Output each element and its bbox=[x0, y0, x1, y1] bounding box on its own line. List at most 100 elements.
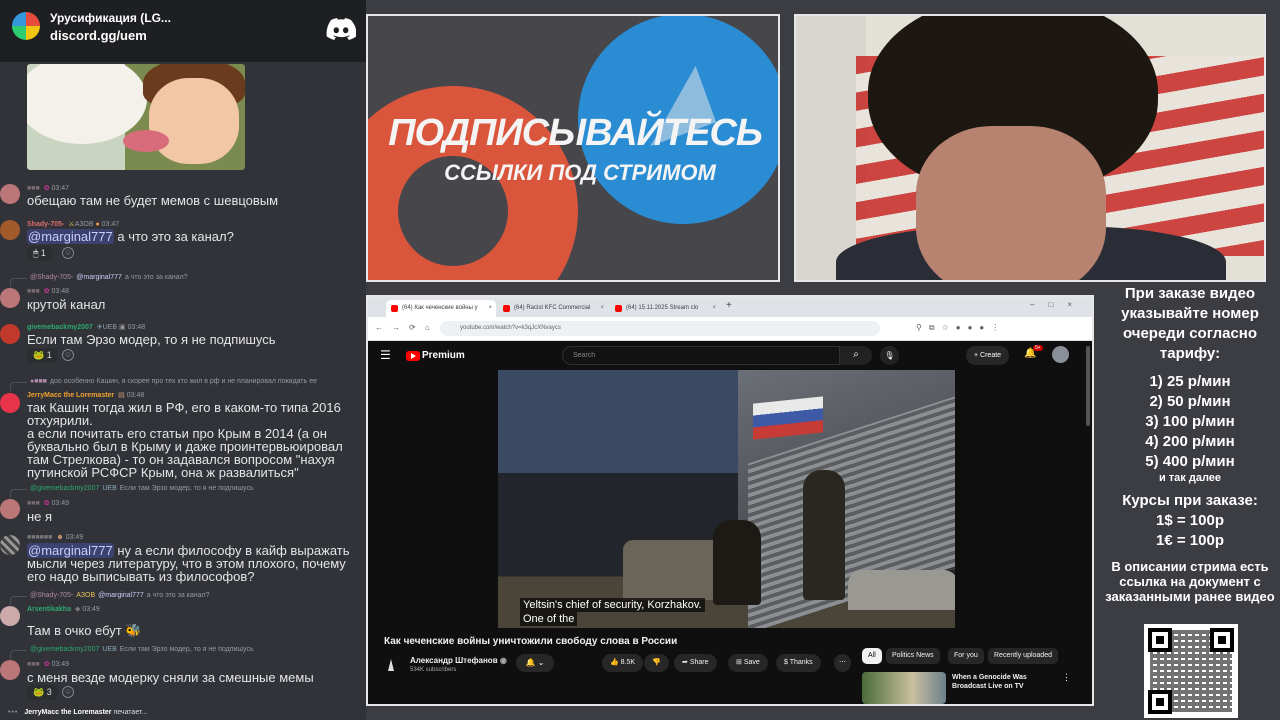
video-player[interactable]: Yeltsin's chief of security, Korzhakov. … bbox=[498, 370, 955, 628]
avatar[interactable] bbox=[0, 499, 20, 519]
reply-mention: @marginal777 bbox=[98, 592, 144, 599]
message-text: крутой канал bbox=[27, 297, 106, 312]
tab-title: (64) Как чеченские войны у bbox=[402, 305, 478, 311]
close-tab-icon[interactable]: × bbox=[488, 300, 492, 317]
reaction-chip[interactable]: 🐸 1 bbox=[27, 348, 58, 363]
message-author[interactable]: givemebackmy2007 bbox=[27, 324, 93, 331]
mention[interactable]: @marginal777 bbox=[27, 229, 114, 244]
dislike-button[interactable]: 👎 bbox=[644, 654, 669, 672]
youtube-logo-icon[interactable] bbox=[406, 351, 420, 361]
message-author[interactable]: Arsentikakha bbox=[27, 606, 71, 613]
like-button[interactable]: 👍 8.5K bbox=[602, 654, 644, 672]
reply-preview[interactable]: @Shady-705- АЗОВ @marginal777 а что это за … bbox=[10, 592, 210, 605]
message-meta: ■■■ ✿ 03:47 bbox=[27, 185, 70, 192]
avatar[interactable] bbox=[0, 288, 20, 308]
reply-author: @givemebackmy2007 bbox=[30, 646, 100, 653]
avatar[interactable] bbox=[0, 660, 20, 680]
recommended-thumbnail[interactable] bbox=[862, 672, 946, 704]
message-time: 03:48 bbox=[51, 288, 70, 295]
subscribe-banner: ПОДПИСЫВАЙТЕСЬ ССЫЛКИ ПОД СТРИМОМ bbox=[366, 14, 780, 282]
scrollbar[interactable] bbox=[1086, 346, 1090, 426]
message-text: так Кашин тогда жил в РФ, его в каком-то… bbox=[27, 400, 343, 480]
add-reaction-icon[interactable]: ☺ bbox=[62, 247, 74, 259]
reply-preview[interactable]: @Shady-705- @marginal777 а что это за кана… bbox=[10, 274, 188, 287]
message-time: 03:48 bbox=[127, 324, 146, 331]
add-reaction-icon[interactable]: ☺ bbox=[62, 686, 74, 698]
browser-window: (64) Как чеченские войны у × (64) Racist … bbox=[366, 295, 1094, 706]
browser-tab-active[interactable]: (64) Как чеченские войны у × bbox=[386, 300, 496, 317]
youtube-brand[interactable]: Premium bbox=[422, 350, 465, 361]
reply-preview[interactable]: ●■■■ доо особенно Кашин, я скорее про тех… bbox=[10, 378, 317, 391]
save-label: Save bbox=[743, 659, 760, 666]
message-author[interactable]: JerryMacc the Loremaster bbox=[27, 392, 114, 399]
qr-finder-pattern bbox=[1210, 628, 1234, 652]
role-badge: АЗОВ bbox=[74, 221, 94, 228]
recommended-title[interactable]: When a Genocide Was Broadcast Live on TV bbox=[952, 673, 1062, 691]
tariff-etc: и так далее bbox=[1158, 472, 1222, 484]
message-text: не я bbox=[27, 509, 53, 524]
channel-avatar-icon[interactable] bbox=[384, 658, 398, 672]
chip-all[interactable]: All bbox=[862, 648, 882, 664]
reply-preview[interactable]: @givemebackmy2007 UEB Если там Эрзо модер,… bbox=[10, 646, 254, 659]
message-time: 03:49 bbox=[51, 661, 70, 668]
chip-politics-news[interactable]: Politics News bbox=[886, 648, 940, 664]
share-button[interactable]: ➦ Share bbox=[674, 654, 717, 672]
rate-usd: 1$ = 100р bbox=[1156, 512, 1224, 529]
channel-name-text: Александр Штефанов bbox=[410, 656, 498, 665]
add-reaction-icon[interactable]: ☺ bbox=[62, 349, 74, 361]
server-invite-link[interactable]: discord.gg/uem bbox=[50, 28, 147, 43]
meme-tongue bbox=[123, 130, 169, 152]
message-meta: ■■■ ✿ 03:49 bbox=[27, 661, 70, 668]
create-button[interactable]: + Create bbox=[966, 346, 1010, 365]
notification-count: 9+ bbox=[1033, 345, 1043, 351]
qr-code[interactable] bbox=[1144, 624, 1238, 718]
message-meta: ■■■ ✿ 03:48 bbox=[27, 288, 70, 295]
message-meta: givemebackmy2007 ✈UEB ▣ 03:48 bbox=[27, 324, 146, 331]
reply-text: Если там Эрзо модер, то я не подпишусь bbox=[119, 646, 254, 653]
chip-for-you[interactable]: For you bbox=[948, 648, 984, 664]
search-icon[interactable]: ⌕ bbox=[840, 346, 872, 365]
browser-tab[interactable]: (64) Racist KFC Commercial × bbox=[498, 300, 608, 317]
thanks-button[interactable]: $ Thanks bbox=[776, 654, 821, 672]
meme-image-attachment[interactable] bbox=[27, 64, 245, 170]
reaction-chip[interactable]: 🖱 1 bbox=[27, 246, 52, 261]
microphone-icon[interactable]: 🎙 bbox=[880, 346, 899, 365]
subscriber-count: 534K subscribers bbox=[410, 667, 457, 673]
thanks-label: Thanks bbox=[789, 659, 813, 666]
youtube-favicon-icon bbox=[615, 305, 622, 312]
extension-icons[interactable]: ⚲⧉☆●●●⋮ bbox=[916, 323, 1006, 333]
avatar[interactable] bbox=[0, 184, 20, 204]
search-input[interactable]: Search bbox=[562, 346, 840, 365]
channel-name[interactable]: Александр Штефанов ◉ bbox=[410, 656, 507, 665]
create-label: Create bbox=[980, 352, 1002, 359]
close-tab-icon[interactable]: × bbox=[600, 300, 604, 317]
avatar[interactable] bbox=[0, 220, 20, 240]
caption-line: One of the bbox=[520, 612, 578, 626]
verified-icon: ◉ bbox=[499, 656, 507, 665]
subscription-bell-button[interactable]: 🔔 ⌄ bbox=[516, 654, 554, 672]
avatar[interactable] bbox=[0, 393, 20, 413]
account-avatar[interactable] bbox=[1052, 346, 1069, 363]
window-controls[interactable]: –□× bbox=[1030, 300, 1086, 309]
save-button[interactable]: ⊞ Save bbox=[728, 654, 768, 672]
close-tab-icon[interactable]: × bbox=[712, 300, 716, 317]
recommended-more-icon[interactable]: ⋮ bbox=[1062, 672, 1071, 683]
avatar[interactable] bbox=[0, 535, 20, 555]
message-author[interactable]: Shady-705- bbox=[27, 221, 64, 228]
more-actions-icon[interactable]: ⋯ bbox=[834, 654, 851, 672]
tariff-1: 1) 25 р/мин bbox=[1149, 373, 1231, 390]
message-text-rest: Там в очко ебут bbox=[27, 623, 122, 638]
chip-recently-uploaded[interactable]: Recently uploaded bbox=[988, 648, 1058, 664]
reply-preview[interactable]: @givemebackmy2007 UEB Если там Эрзо модер,… bbox=[10, 485, 254, 498]
hamburger-menu-icon[interactable]: ☰ bbox=[380, 348, 391, 362]
avatar[interactable] bbox=[0, 324, 20, 344]
reply-author: @givemebackmy2007 bbox=[30, 485, 100, 492]
avatar[interactable] bbox=[0, 606, 20, 626]
new-tab-icon[interactable]: + bbox=[726, 300, 732, 311]
url-field[interactable]: youtube.com/watch?v=k3qJcXNvaycs bbox=[440, 321, 880, 336]
message-meta: ■■■■■■ ☻ 03:49 bbox=[27, 534, 84, 541]
reaction-chip[interactable]: 🐸 3 bbox=[27, 685, 58, 700]
message-time: 03:48 bbox=[126, 392, 145, 399]
browser-tab[interactable]: (64) 15.11.2025 Stream clo × bbox=[610, 300, 720, 317]
nav-buttons[interactable]: ←→⟳⌂ bbox=[375, 323, 439, 332]
